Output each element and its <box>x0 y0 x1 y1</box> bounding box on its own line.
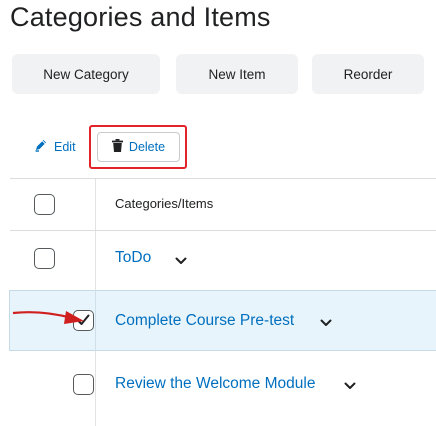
delete-label: Delete <box>128 140 166 154</box>
edit-button[interactable]: Edit <box>33 137 76 156</box>
row-checkbox-todo[interactable] <box>34 248 55 269</box>
reorder-button[interactable]: Reorder <box>312 54 424 94</box>
column-divider <box>95 179 96 290</box>
delete-button[interactable]: Delete <box>97 132 180 162</box>
item-review-the-welcome-module-link[interactable]: Review the Welcome Module <box>115 375 315 393</box>
new-category-button[interactable]: New Category <box>12 54 160 94</box>
chevron-down-icon[interactable] <box>320 319 332 327</box>
pencil-icon <box>33 137 49 156</box>
chevron-down-icon[interactable] <box>175 257 187 265</box>
category-todo-link[interactable]: ToDo <box>115 249 151 267</box>
column-divider <box>95 290 96 351</box>
chevron-down-icon[interactable] <box>344 382 356 390</box>
select-all-checkbox[interactable] <box>34 194 55 215</box>
new-item-button[interactable]: New Item <box>176 54 298 94</box>
page-title: Categories and Items <box>10 2 271 32</box>
row-checkbox-review-the-welcome-module[interactable] <box>73 374 94 395</box>
header-divider <box>10 230 436 231</box>
trash-icon <box>111 139 123 155</box>
item-complete-course-pre-test-link[interactable]: Complete Course Pre-test <box>115 312 294 330</box>
table-top-divider <box>10 178 436 179</box>
column-header-categories-items: Categories/Items <box>115 196 214 211</box>
edit-label: Edit <box>54 139 76 154</box>
red-arrow-annotation-icon <box>12 311 84 324</box>
column-divider <box>95 351 96 426</box>
